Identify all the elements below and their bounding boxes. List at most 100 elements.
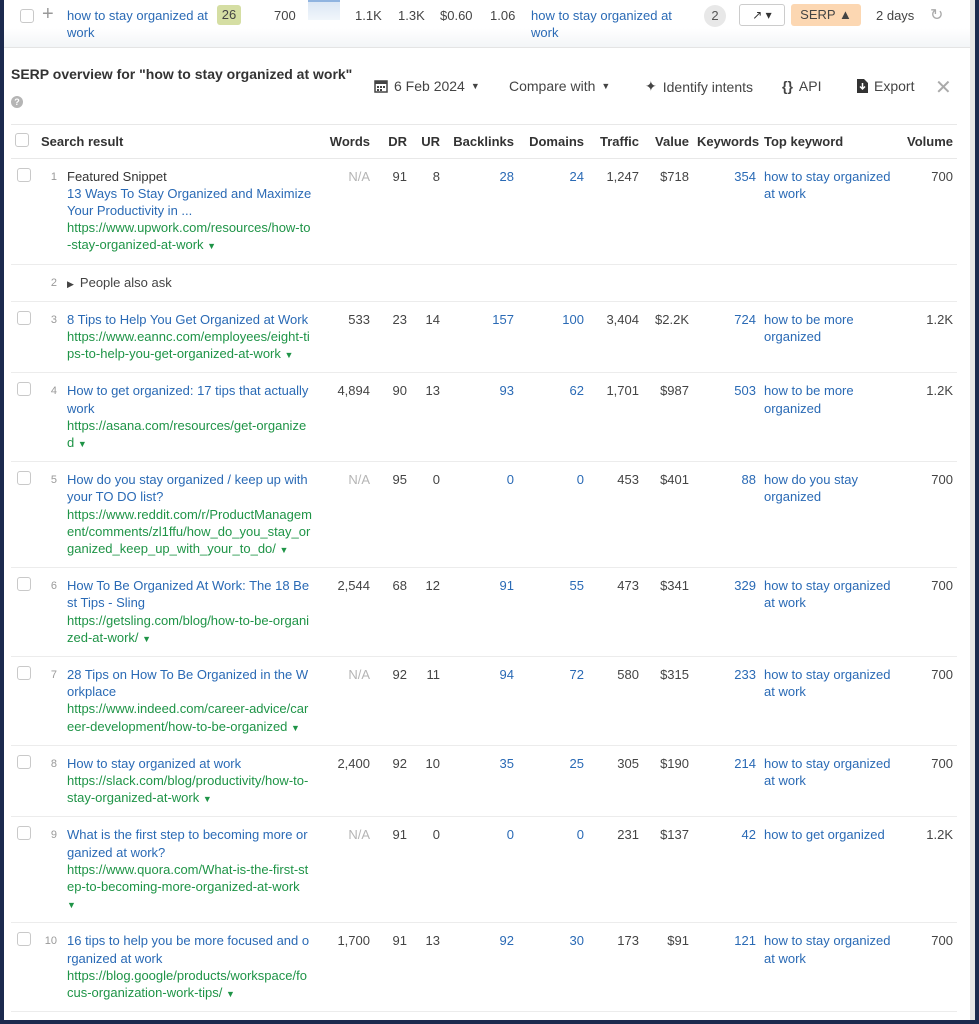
domains-cell[interactable]: 24 [518, 158, 588, 265]
result-url-link[interactable]: https://www.quora.com/What-is-the-first-… [67, 862, 308, 894]
top-keyword-link[interactable]: how to get organized [764, 827, 885, 842]
row-checkbox[interactable] [17, 577, 31, 592]
backlinks-cell[interactable]: 35 [444, 745, 518, 818]
result-url-link[interactable]: https://www.indeed.com/career-advice/car… [67, 701, 308, 733]
keywords-cell[interactable]: 233 [693, 656, 760, 746]
url-dropdown-icon[interactable]: ▼ [280, 545, 289, 555]
backlinks-cell[interactable]: 92 [444, 922, 518, 1013]
close-icon[interactable]: ✕ [935, 75, 952, 100]
url-dropdown-icon[interactable]: ▼ [285, 350, 294, 360]
backlinks-cell[interactable]: 157 [444, 301, 518, 374]
add-icon[interactable]: + [42, 3, 54, 25]
scrollbar[interactable] [970, 0, 975, 1020]
header-dr[interactable]: DR [374, 125, 411, 159]
keywords-cell[interactable]: 724 [693, 301, 760, 374]
result-title-link[interactable]: 13 Ways To Stay Organized and Maximize Y… [67, 186, 311, 218]
top-keyword-link[interactable]: how to stay organized at work [764, 578, 890, 610]
help-icon[interactable]: ? [11, 96, 23, 108]
result-title-link[interactable]: How to get organized: 17 tips that actua… [67, 383, 308, 415]
keyword-link[interactable]: how to stay organized at work [67, 7, 217, 41]
serp-toggle-button[interactable]: SERP ▲ [791, 4, 861, 26]
url-dropdown-icon[interactable]: ▼ [78, 439, 87, 449]
row-checkbox[interactable] [17, 471, 31, 486]
top-keyword-link[interactable]: how to stay organized at work [764, 169, 890, 201]
result-url-link[interactable]: https://getsling.com/blog/how-to-be-orga… [67, 613, 309, 645]
keywords-cell[interactable]: 503 [693, 372, 760, 463]
domains-cell[interactable]: 30 [518, 922, 588, 1013]
backlinks-cell[interactable]: 93 [444, 372, 518, 463]
keywords-cell[interactable]: 329 [693, 567, 760, 657]
url-dropdown-icon[interactable]: ▼ [226, 989, 235, 999]
keywords-cell[interactable]: 214 [693, 745, 760, 818]
result-url-link[interactable]: https://www.eannc.com/employees/eight-ti… [67, 329, 310, 361]
top-keyword-link[interactable]: how to be more organized [764, 383, 854, 415]
refresh-icon[interactable]: ↻ [930, 5, 943, 25]
keywords-cell[interactable]: 42 [693, 816, 760, 924]
header-backlinks[interactable]: Backlinks [444, 125, 518, 159]
top-keyword-link[interactable]: how to stay organized at work [764, 933, 890, 965]
domains-cell[interactable]: 0 [518, 816, 588, 924]
top-keyword-link[interactable]: how to stay organized at work [764, 756, 890, 788]
keywords-cell[interactable]: 121 [693, 922, 760, 1013]
parent-topic-link[interactable]: how to stay organized at work [531, 7, 691, 41]
url-dropdown-icon[interactable]: ▼ [207, 241, 216, 251]
result-title-link[interactable]: 16 tips to help you be more focused and … [67, 933, 309, 965]
url-dropdown-icon[interactable]: ▼ [203, 794, 212, 804]
row-checkbox[interactable] [17, 382, 31, 397]
backlinks-cell[interactable]: 0 [444, 816, 518, 924]
result-title-link[interactable]: How to stay organized at work [67, 756, 241, 771]
row-checkbox[interactable] [17, 754, 31, 769]
domains-cell[interactable]: 0 [518, 461, 588, 569]
row-checkbox[interactable] [17, 665, 31, 680]
trend-dropdown-button[interactable]: ↗ ▾ [739, 4, 785, 26]
identify-intents-button[interactable]: ✦ Identify intents [645, 78, 753, 95]
url-dropdown-icon[interactable]: ▼ [67, 900, 76, 910]
row-checkbox[interactable] [17, 826, 31, 841]
result-title-link[interactable]: 8 Tips to Help You Get Organized at Work [67, 312, 308, 327]
people-also-ask-toggle[interactable]: ▶ People also ask [67, 275, 172, 290]
domains-cell[interactable]: 25 [518, 745, 588, 818]
backlinks-cell[interactable]: 0 [444, 461, 518, 569]
row-checkbox[interactable] [17, 932, 31, 947]
result-url-link[interactable]: https://www.reddit.com/r/ProductManageme… [67, 507, 312, 556]
url-dropdown-icon[interactable]: ▼ [291, 723, 300, 733]
header-search-result[interactable]: Search result [35, 125, 316, 159]
url-dropdown-icon[interactable]: ▼ [142, 634, 151, 644]
api-button[interactable]: {} API [782, 78, 821, 94]
header-traffic[interactable]: Traffic [588, 125, 643, 159]
domains-cell[interactable]: 72 [518, 656, 588, 746]
date-dropdown[interactable]: 6 Feb 2024 ▼ [374, 78, 480, 94]
export-button[interactable]: Export [856, 78, 914, 94]
result-url-link[interactable]: https://www.upwork.com/resources/how-to-… [67, 220, 310, 252]
top-keyword-link[interactable]: how to be more organized [764, 312, 854, 344]
header-volume[interactable]: Volume [900, 125, 957, 159]
header-domains[interactable]: Domains [518, 125, 588, 159]
result-url-link[interactable]: https://asana.com/resources/get-organize… [67, 418, 306, 450]
keyword-row-checkbox[interactable] [20, 9, 34, 23]
header-ur[interactable]: UR [411, 125, 444, 159]
keywords-cell[interactable]: 88 [693, 461, 760, 569]
domains-cell[interactable]: 100 [518, 301, 588, 374]
backlinks-cell[interactable]: 94 [444, 656, 518, 746]
result-title-link[interactable]: 28 Tips on How To Be Organized in the Wo… [67, 667, 308, 699]
header-top-keyword[interactable]: Top keyword [760, 125, 900, 159]
header-words[interactable]: Words [316, 125, 374, 159]
result-title-link[interactable]: How To Be Organized At Work: The 18 Best… [67, 578, 309, 610]
result-title-link[interactable]: What is the first step to becoming more … [67, 827, 308, 859]
keywords-cell[interactable]: 354 [693, 158, 760, 265]
result-url-link[interactable]: https://slack.com/blog/productivity/how-… [67, 773, 308, 805]
select-all-checkbox[interactable] [15, 132, 29, 147]
row-checkbox[interactable] [17, 310, 31, 325]
domains-cell[interactable]: 55 [518, 567, 588, 657]
top-keyword-link[interactable]: how do you stay organized [764, 472, 858, 504]
header-keywords[interactable]: Keywords [693, 125, 760, 159]
compare-with-dropdown[interactable]: Compare with ▼ [509, 78, 610, 94]
result-url-link[interactable]: https://blog.google/products/workspace/f… [67, 968, 307, 1000]
header-value[interactable]: Value [643, 125, 693, 159]
domains-cell[interactable]: 62 [518, 372, 588, 463]
row-checkbox[interactable] [17, 167, 31, 182]
result-title-link[interactable]: How do you stay organized / keep up with… [67, 472, 308, 504]
backlinks-cell[interactable]: 91 [444, 567, 518, 657]
top-keyword-link[interactable]: how to stay organized at work [764, 667, 890, 699]
backlinks-cell[interactable]: 28 [444, 158, 518, 265]
